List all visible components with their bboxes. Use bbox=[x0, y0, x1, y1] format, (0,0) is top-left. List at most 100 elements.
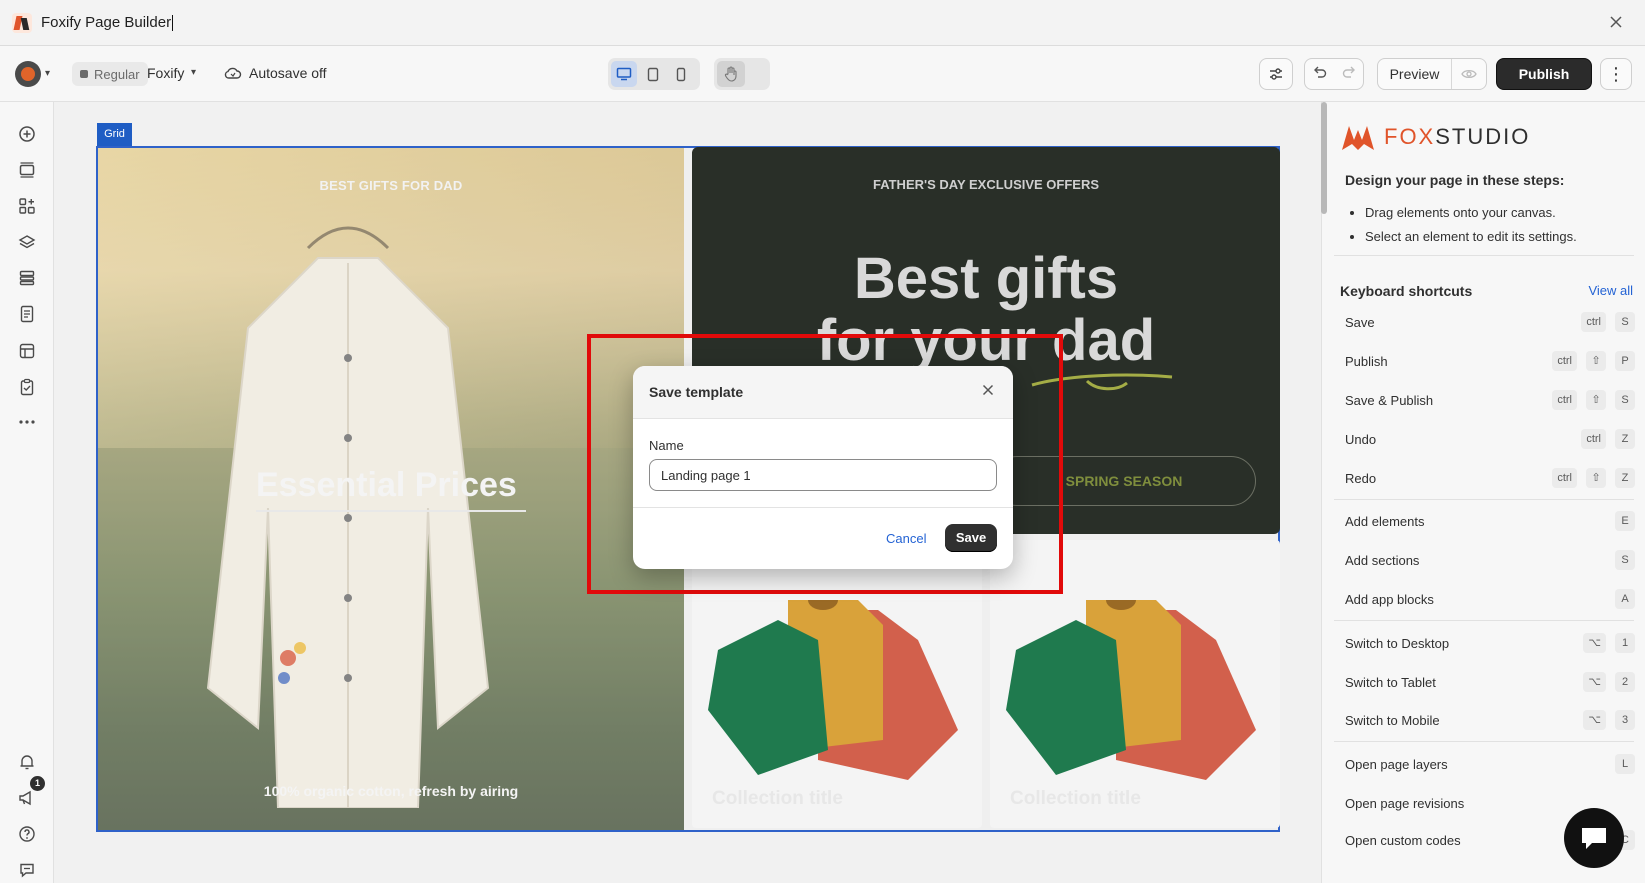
save-button[interactable]: Save bbox=[945, 524, 997, 552]
more-options-button[interactable]: ⋮ bbox=[1600, 58, 1632, 90]
steps-list: Drag elements onto your canvas. Select a… bbox=[1365, 205, 1577, 253]
shortcut-label: Open page layers bbox=[1345, 757, 1448, 772]
undo-icon bbox=[1313, 66, 1326, 78]
hand-icon bbox=[724, 66, 737, 82]
editor-toolbar: ▾ Regular Foxify ▾ Autosave off Preview bbox=[0, 46, 1645, 102]
shortcut-label: Publish bbox=[1345, 354, 1388, 369]
panel-scrollbar[interactable] bbox=[1321, 102, 1327, 214]
templates-button[interactable] bbox=[17, 341, 37, 361]
right-panel: FOXSTUDIO Design your page in these step… bbox=[1321, 102, 1645, 883]
store-selector[interactable]: Foxify bbox=[147, 65, 184, 81]
shortcut-label: Switch to Mobile bbox=[1345, 713, 1440, 728]
hero-kicker: BEST GIFTS FOR DAD bbox=[319, 178, 463, 193]
shortcut-row: Add sections S bbox=[1345, 550, 1635, 572]
template-icon bbox=[19, 343, 35, 359]
sliders-icon bbox=[1270, 68, 1282, 80]
shortcut-row: Switch to Tablet ⌥ 2 bbox=[1345, 672, 1635, 694]
shortcut-key: ctrl bbox=[1552, 390, 1577, 410]
save-template-dialog: Save template Name Cancel Save bbox=[633, 366, 1013, 569]
mobile-view-button[interactable] bbox=[668, 61, 694, 87]
add-element-button[interactable] bbox=[17, 124, 37, 144]
brand-word-fox: FOX bbox=[1384, 124, 1436, 149]
account-avatar[interactable] bbox=[15, 61, 41, 87]
step-item: Select an element to edit its settings. bbox=[1365, 229, 1577, 244]
bell-icon bbox=[20, 755, 34, 770]
window-close-button[interactable] bbox=[1605, 12, 1627, 34]
cancel-button[interactable]: Cancel bbox=[886, 531, 926, 546]
shortcut-label: Switch to Desktop bbox=[1345, 636, 1450, 651]
chat-bubble-icon bbox=[1582, 828, 1606, 849]
collection-title: Collection title bbox=[712, 788, 843, 809]
shortcut-keys: S bbox=[1606, 550, 1635, 570]
shortcut-key: ⇧ bbox=[1586, 468, 1606, 488]
shortcut-label: Save bbox=[1345, 315, 1375, 330]
page-settings-button[interactable] bbox=[1259, 58, 1293, 90]
shortcuts-title: Keyboard shortcuts bbox=[1340, 283, 1473, 299]
shortcut-row: Add app blocks A bbox=[1345, 589, 1635, 611]
publish-button[interactable]: Publish bbox=[1496, 58, 1592, 90]
foxify-logo-icon bbox=[12, 12, 32, 33]
pan-tool-button[interactable] bbox=[717, 61, 745, 87]
window-title-bar: Foxify Page Builder bbox=[0, 0, 1645, 46]
shortcut-key: A bbox=[1615, 589, 1635, 609]
shortcut-row: Save ctrl S bbox=[1345, 312, 1635, 334]
divider bbox=[1334, 620, 1634, 621]
shortcut-key: S bbox=[1615, 312, 1635, 332]
shortcut-keys: L bbox=[1606, 754, 1635, 774]
dialog-title: Save template bbox=[649, 384, 744, 400]
layers-button[interactable] bbox=[17, 232, 37, 252]
shortcut-label: Add sections bbox=[1345, 553, 1420, 568]
shortcut-keys: ctrl S bbox=[1572, 312, 1635, 332]
autosave-toggle[interactable]: Autosave off bbox=[249, 65, 327, 81]
notification-badge: 1 bbox=[30, 776, 45, 791]
shortcut-key: ctrl bbox=[1581, 429, 1606, 449]
preview-eye-button[interactable] bbox=[1452, 68, 1486, 80]
dialog-footer: Cancel Save bbox=[633, 507, 1013, 569]
redo-button[interactable] bbox=[1334, 65, 1363, 84]
help-button[interactable] bbox=[17, 824, 37, 844]
grid-element-tag[interactable]: Grid bbox=[97, 123, 132, 146]
shortcut-keys: ctrl ⇧ S bbox=[1543, 390, 1635, 410]
hero-title: Essential Prices bbox=[256, 466, 517, 504]
page-sections-button[interactable] bbox=[17, 268, 37, 288]
dialog-close-button[interactable] bbox=[977, 381, 999, 403]
notifications-button[interactable] bbox=[17, 752, 37, 772]
preview-group: Preview bbox=[1377, 58, 1487, 90]
redo-icon bbox=[1342, 66, 1355, 78]
shortcut-key: ⇧ bbox=[1586, 351, 1606, 371]
tablet-view-button[interactable] bbox=[640, 61, 666, 87]
chevron-down-icon[interactable]: ▾ bbox=[191, 67, 196, 78]
preview-button[interactable]: Preview bbox=[1378, 59, 1452, 89]
chevron-down-icon[interactable]: ▾ bbox=[45, 68, 50, 79]
view-all-link[interactable]: View all bbox=[1588, 283, 1633, 298]
shortcut-keys: ⌥ 2 bbox=[1574, 672, 1635, 692]
foxstudio-logo-icon bbox=[1342, 126, 1374, 150]
name-field-label: Name bbox=[649, 438, 684, 453]
shortcut-key: ctrl bbox=[1552, 351, 1577, 371]
divider bbox=[1334, 255, 1634, 256]
desktop-view-button[interactable] bbox=[611, 61, 637, 87]
pages-button[interactable] bbox=[17, 304, 37, 324]
shortcut-key: ⌥ bbox=[1583, 710, 1606, 730]
shortcut-key: L bbox=[1615, 754, 1635, 774]
close-icon bbox=[982, 384, 994, 396]
undo-button[interactable] bbox=[1305, 65, 1334, 84]
stack-icon bbox=[19, 270, 35, 286]
collection-title: Collection title bbox=[1010, 788, 1141, 809]
more-tools-button[interactable] bbox=[17, 412, 37, 432]
step-item: Drag elements onto your canvas. bbox=[1365, 205, 1577, 220]
window-title: Foxify Page Builder bbox=[41, 14, 172, 31]
feedback-button[interactable] bbox=[17, 860, 37, 880]
live-chat-button[interactable] bbox=[1564, 808, 1624, 868]
clipboard-check-icon bbox=[20, 378, 34, 396]
shortcut-label: Add elements bbox=[1345, 514, 1425, 529]
checklist-button[interactable] bbox=[17, 377, 37, 397]
mobile-icon bbox=[676, 67, 686, 81]
apps-button[interactable] bbox=[17, 196, 37, 216]
divider bbox=[1334, 499, 1634, 500]
shortcut-keys: ⌥ 1 bbox=[1574, 633, 1635, 653]
template-name-input[interactable] bbox=[649, 459, 997, 491]
announcements-button[interactable] bbox=[17, 788, 37, 808]
sections-button[interactable] bbox=[17, 160, 37, 180]
shortcut-key: ctrl bbox=[1581, 312, 1606, 332]
